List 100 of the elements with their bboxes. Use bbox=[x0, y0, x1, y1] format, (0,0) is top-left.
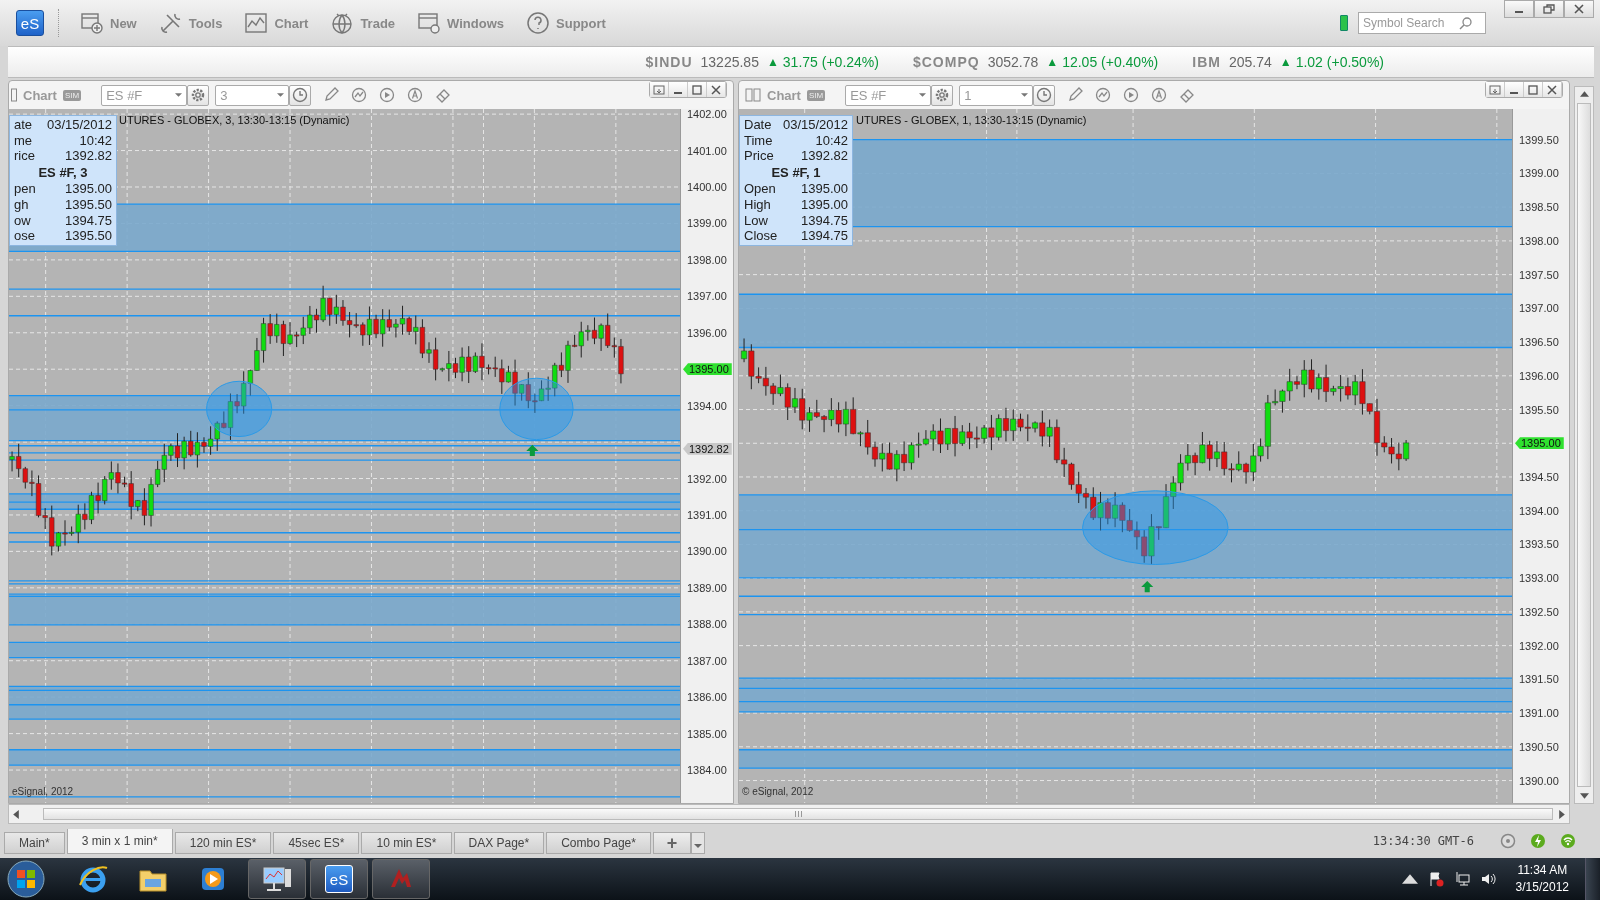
toolbar-button[interactable]: Trade bbox=[324, 7, 402, 39]
lightning-icon[interactable] bbox=[1530, 833, 1546, 849]
eraser-icon[interactable] bbox=[435, 87, 452, 103]
info-heading: ES #F, 1 bbox=[770, 163, 822, 182]
restore-button[interactable] bbox=[1534, 0, 1564, 18]
maximize-button[interactable] bbox=[688, 82, 707, 97]
add-tab-button[interactable]: + bbox=[652, 832, 691, 854]
info-label: High bbox=[744, 196, 771, 213]
info-value: 1392.82 bbox=[65, 148, 112, 164]
info-label: ate bbox=[14, 117, 33, 133]
close-button[interactable] bbox=[1564, 0, 1594, 18]
toolbar-button[interactable]: Chart bbox=[238, 7, 315, 39]
symbol-dropdown[interactable]: ES #F bbox=[845, 84, 932, 106]
network-status-icon[interactable] bbox=[1500, 833, 1516, 849]
page-tab[interactable]: 3 min x 1 min* bbox=[66, 829, 173, 854]
info-label: ose bbox=[14, 228, 35, 244]
taskbar-app[interactable] bbox=[248, 859, 306, 899]
pencil-icon[interactable] bbox=[323, 87, 340, 103]
page-tab[interactable]: Main* bbox=[4, 832, 65, 854]
float-window-button[interactable] bbox=[650, 82, 669, 97]
info-label: me bbox=[14, 132, 33, 149]
float-window-button[interactable] bbox=[1486, 82, 1505, 97]
flag-icon[interactable] bbox=[1427, 871, 1444, 887]
toolbar-button[interactable]: Support bbox=[520, 7, 612, 39]
caret-icon bbox=[919, 93, 927, 97]
up-arrow-icon bbox=[526, 444, 539, 456]
play-icon[interactable] bbox=[1123, 87, 1140, 103]
study-icon[interactable] bbox=[1095, 87, 1112, 103]
browser-icon[interactable] bbox=[77, 863, 109, 895]
close-button[interactable] bbox=[1543, 82, 1562, 97]
page-tab[interactable]: DAX Page* bbox=[453, 832, 545, 854]
symbol-search-field[interactable]: Symbol Search bbox=[1358, 12, 1486, 34]
scroll-right-icon[interactable] bbox=[1559, 809, 1565, 819]
alert-icon[interactable] bbox=[407, 87, 424, 103]
page-tab[interactable]: 45sec ES* bbox=[273, 832, 360, 854]
caret-icon bbox=[277, 93, 285, 97]
start-button[interactable] bbox=[6, 859, 46, 899]
scroll-left-icon[interactable] bbox=[13, 809, 19, 819]
speaker-icon[interactable] bbox=[1479, 871, 1496, 887]
axis-label: 1398.50 bbox=[1519, 201, 1559, 214]
caret-icon bbox=[1021, 93, 1029, 97]
up-arrow-icon bbox=[1141, 580, 1154, 593]
interval-dropdown[interactable]: 1 bbox=[959, 84, 1034, 106]
page-tab[interactable]: 120 min ES* bbox=[174, 832, 272, 854]
toolbar-button[interactable]: Tools bbox=[152, 7, 229, 39]
minimize-button[interactable] bbox=[1505, 82, 1524, 97]
pencil-icon[interactable] bbox=[1067, 87, 1084, 103]
copyright-text: eSignal, 2012 bbox=[12, 786, 74, 797]
study-icon[interactable] bbox=[351, 87, 368, 103]
minimize-button[interactable] bbox=[1504, 0, 1534, 18]
taskbar-app[interactable]: eS bbox=[310, 859, 368, 899]
chart-caption: UTURES - GLOBEX, 3, 13:30-13:15 (Dynamic) bbox=[119, 114, 350, 126]
split-panel-icon bbox=[745, 88, 761, 102]
info-label: gh bbox=[14, 196, 29, 213]
interval-dropdown[interactable]: 3 bbox=[215, 84, 290, 106]
signal-icon[interactable] bbox=[1560, 833, 1576, 849]
price-marker: 1395.00 bbox=[683, 363, 732, 376]
scroll-down-icon[interactable] bbox=[1579, 793, 1589, 799]
ticker-last-price: 3052.78 bbox=[987, 54, 1039, 70]
horizontal-scrollbar[interactable] bbox=[8, 804, 1570, 824]
network-icon[interactable] bbox=[1453, 871, 1470, 887]
info-value: 1394.75 bbox=[65, 212, 112, 229]
settings-icon bbox=[190, 87, 207, 103]
toolbar-button[interactable]: New bbox=[74, 7, 143, 39]
clock-button[interactable] bbox=[289, 84, 312, 106]
clock-button[interactable] bbox=[1033, 84, 1056, 106]
page-tab[interactable]: 10 min ES* bbox=[361, 832, 452, 854]
info-value: 10:42 bbox=[815, 132, 848, 149]
info-value: 03/15/2012 bbox=[782, 117, 848, 133]
page-tab[interactable]: Combo Page* bbox=[546, 832, 651, 854]
maximize-icon bbox=[1528, 84, 1538, 95]
settings-icon bbox=[934, 87, 951, 103]
show-desktop-button[interactable] bbox=[1585, 858, 1600, 900]
scroll-up-icon[interactable] bbox=[1579, 91, 1589, 97]
change-arrow: ▲ bbox=[766, 55, 779, 69]
minimize-button[interactable] bbox=[669, 82, 688, 97]
eraser-icon[interactable] bbox=[1179, 87, 1196, 103]
ticker-symbol: IBM bbox=[1192, 54, 1221, 70]
ticker-symbol: $COMPQ bbox=[912, 54, 980, 70]
status-time: 13:34:30 GMT-6 bbox=[1372, 834, 1474, 848]
axis-label: 1391.00 bbox=[1519, 707, 1559, 720]
axis-label: 1397.50 bbox=[1519, 268, 1559, 281]
close-button[interactable] bbox=[707, 82, 726, 97]
clock-time[interactable]: 11:34 AM bbox=[1517, 862, 1568, 879]
axis-label: 1390.50 bbox=[1519, 740, 1559, 753]
axis-label: 1389.00 bbox=[687, 581, 727, 594]
ticker-change: 1.02 (+0.50%) bbox=[1295, 54, 1384, 70]
maximize-button[interactable] bbox=[1524, 82, 1543, 97]
app-logo[interactable]: eS bbox=[16, 10, 44, 36]
clock-date[interactable]: 3/15/2012 bbox=[1515, 879, 1569, 896]
tools-icon bbox=[158, 11, 183, 35]
axis-label: 1395.50 bbox=[1519, 403, 1559, 416]
settings-button[interactable] bbox=[931, 84, 954, 106]
play-icon[interactable] bbox=[379, 87, 396, 103]
axis-label: 1401.00 bbox=[687, 144, 727, 157]
vertical-scrollbar[interactable] bbox=[1574, 86, 1594, 804]
settings-button[interactable] bbox=[187, 84, 210, 106]
alert-icon[interactable] bbox=[1151, 87, 1168, 103]
symbol-dropdown[interactable]: ES #F bbox=[101, 84, 188, 106]
toolbar-button[interactable]: Windows bbox=[411, 7, 510, 39]
